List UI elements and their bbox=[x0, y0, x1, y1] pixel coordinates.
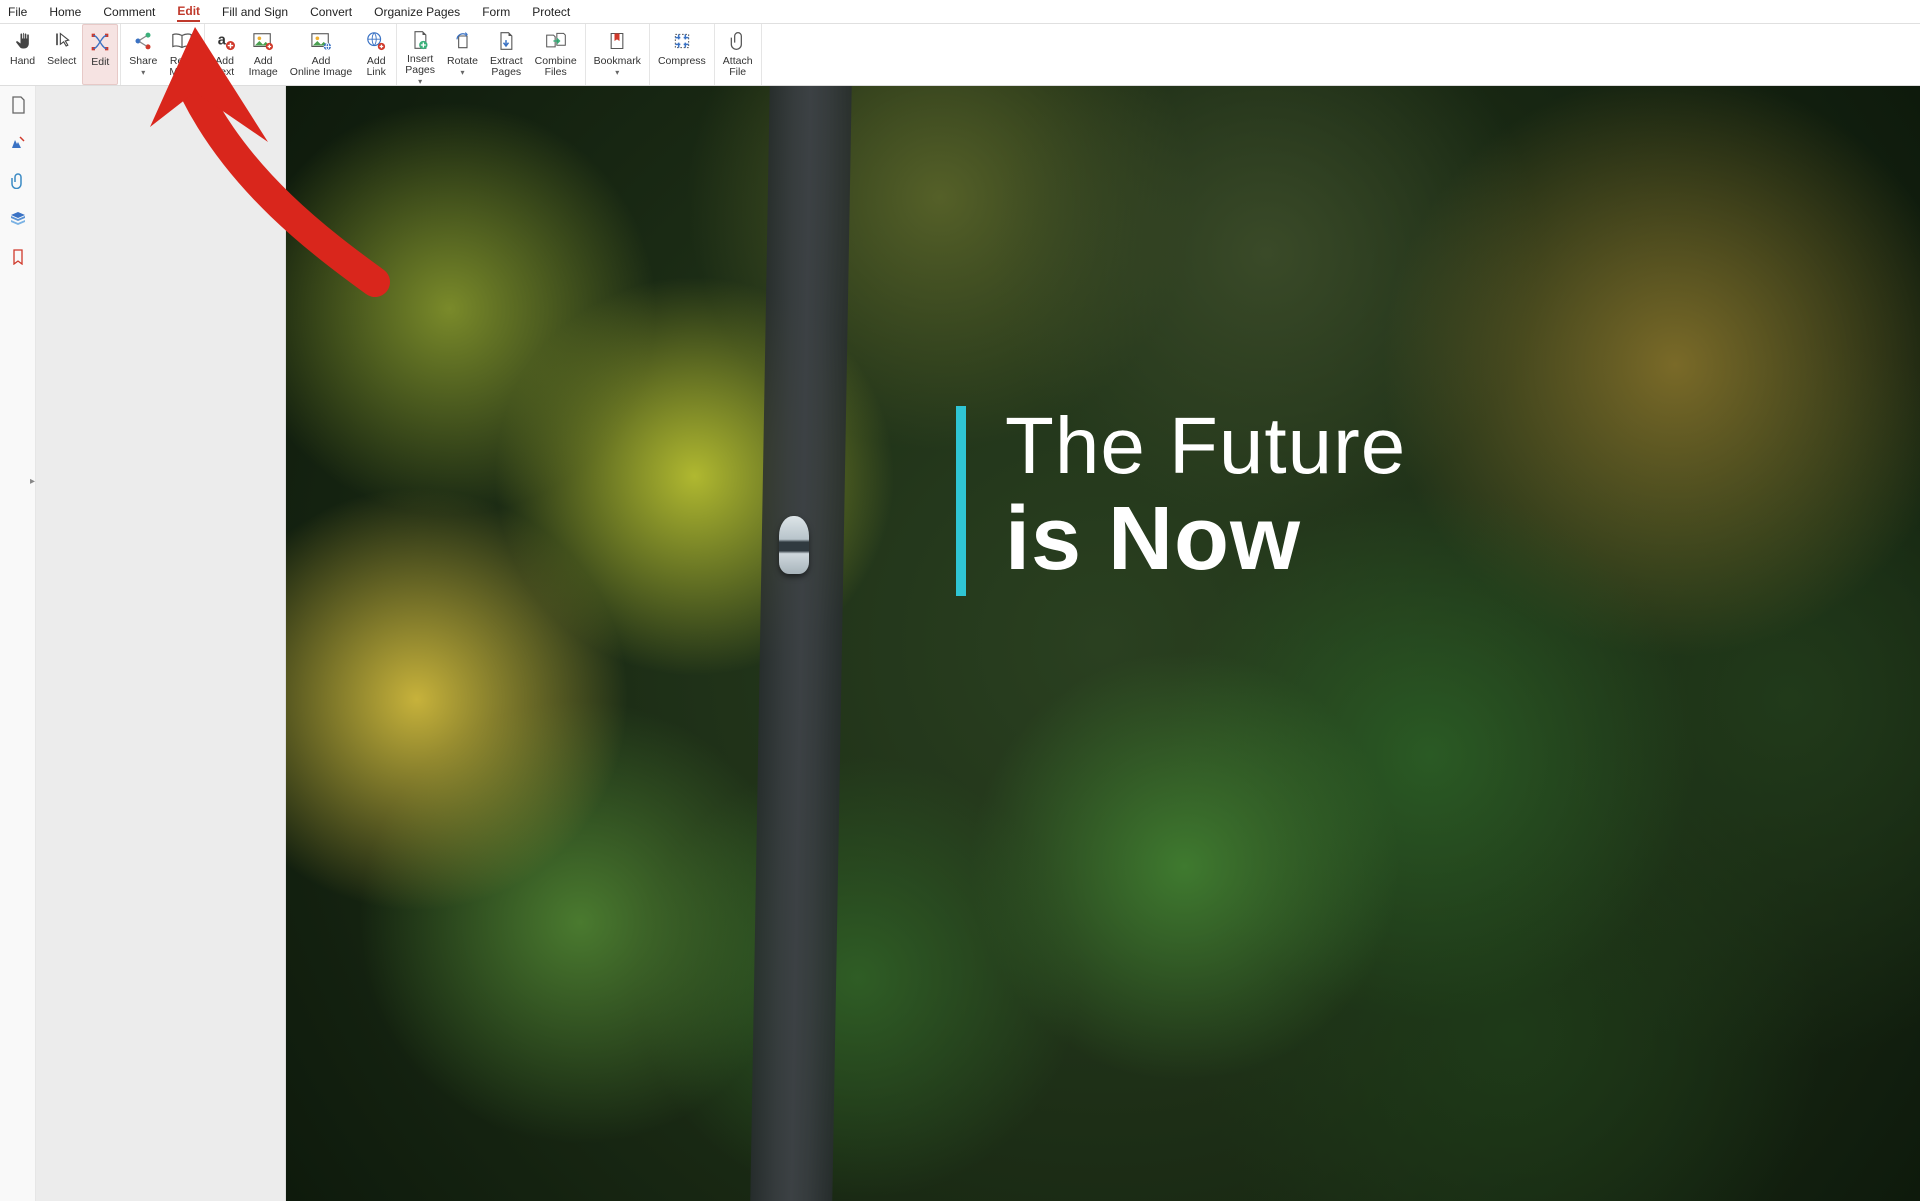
thumbnail-panel bbox=[36, 86, 286, 1201]
menu-organize-pages[interactable]: Organize Pages bbox=[374, 3, 460, 21]
menu-home[interactable]: Home bbox=[49, 3, 81, 21]
add-image-label: Add Image bbox=[249, 56, 278, 78]
link-globe-icon bbox=[365, 30, 387, 52]
attachments-rail-icon[interactable] bbox=[9, 172, 27, 190]
menu-bar: File Home Comment Edit Fill and Sign Con… bbox=[0, 0, 1920, 24]
add-text-icon: a bbox=[214, 30, 236, 52]
cursor-icon bbox=[51, 30, 73, 52]
share-label: Share bbox=[129, 56, 157, 67]
add-link-label: Add Link bbox=[367, 56, 386, 78]
combine-files-label: Combine Files bbox=[535, 56, 577, 78]
rotate-icon bbox=[451, 30, 473, 52]
page-thumbnails-icon[interactable] bbox=[9, 96, 27, 114]
chevron-down-icon: ▾ bbox=[141, 68, 145, 77]
headline-line-2: is Now bbox=[1005, 494, 1406, 584]
edit-label: Edit bbox=[91, 57, 109, 68]
insert-page-icon bbox=[409, 30, 431, 50]
insert-pages-button[interactable]: Insert Pages ▾ bbox=[399, 24, 441, 85]
combine-files-button[interactable]: Combine Files bbox=[529, 24, 583, 85]
annotations-icon[interactable] bbox=[9, 134, 27, 152]
bookmark-icon bbox=[606, 30, 628, 52]
compress-label: Compress bbox=[658, 56, 706, 67]
car-graphic bbox=[779, 516, 809, 574]
compress-icon bbox=[671, 30, 693, 52]
headline-text: The Future is Now bbox=[1005, 406, 1406, 584]
add-online-image-label: Add Online Image bbox=[290, 56, 352, 78]
paperclip-icon bbox=[727, 30, 749, 52]
bookmarks-rail-icon[interactable] bbox=[9, 248, 27, 266]
rotate-button[interactable]: Rotate ▾ bbox=[441, 24, 484, 85]
extract-page-icon bbox=[495, 30, 517, 52]
expand-panel-icon[interactable]: ▸ bbox=[30, 476, 40, 490]
chevron-down-icon: ▾ bbox=[615, 68, 619, 77]
add-text-label: Add Text bbox=[215, 56, 234, 78]
edit-tool-button[interactable]: Edit bbox=[82, 24, 118, 85]
online-image-icon bbox=[310, 30, 332, 52]
select-label: Select bbox=[47, 56, 76, 67]
insert-pages-label: Insert Pages bbox=[405, 54, 435, 76]
compress-button[interactable]: Compress bbox=[652, 24, 712, 85]
bookmark-label: Bookmark bbox=[594, 56, 641, 67]
menu-edit[interactable]: Edit bbox=[177, 2, 200, 22]
menu-fill-and-sign[interactable]: Fill and Sign bbox=[222, 3, 288, 21]
rotate-label: Rotate bbox=[447, 56, 478, 67]
attach-file-label: Attach File bbox=[723, 56, 753, 78]
headline-line-1: The Future bbox=[1005, 406, 1406, 486]
hand-label: Hand bbox=[10, 56, 35, 67]
left-nav-rail: ▸ bbox=[0, 86, 36, 1201]
document-canvas[interactable]: The Future is Now bbox=[286, 86, 1920, 1201]
menu-protect[interactable]: Protect bbox=[532, 3, 570, 21]
menu-form[interactable]: Form bbox=[482, 3, 510, 21]
hand-icon bbox=[12, 30, 34, 52]
read-mode-button[interactable]: Read Mode bbox=[163, 24, 201, 85]
read-mode-label: Read Mode bbox=[169, 56, 195, 78]
chevron-down-icon: ▾ bbox=[460, 68, 464, 77]
add-link-button[interactable]: Add Link bbox=[358, 24, 394, 85]
bookmark-button[interactable]: Bookmark ▾ bbox=[588, 24, 647, 85]
select-tool-button[interactable]: Select bbox=[41, 24, 82, 85]
headline-accent-bar bbox=[956, 406, 966, 596]
menu-file[interactable]: File bbox=[8, 3, 27, 21]
ribbon-toolbar: Hand Select Edit Share ▾ Read M bbox=[0, 24, 1920, 86]
menu-convert[interactable]: Convert bbox=[310, 3, 352, 21]
share-icon bbox=[132, 30, 154, 52]
add-online-image-button[interactable]: Add Online Image bbox=[284, 24, 358, 85]
edit-nodes-icon bbox=[89, 31, 111, 53]
add-text-button[interactable]: a Add Text bbox=[207, 24, 243, 85]
extract-pages-label: Extract Pages bbox=[490, 56, 523, 78]
menu-comment[interactable]: Comment bbox=[103, 3, 155, 21]
share-button[interactable]: Share ▾ bbox=[123, 24, 163, 85]
attach-file-button[interactable]: Attach File bbox=[717, 24, 759, 85]
forest-aerial-image bbox=[286, 86, 1920, 1201]
hand-tool-button[interactable]: Hand bbox=[4, 24, 41, 85]
layers-icon[interactable] bbox=[9, 210, 27, 228]
combine-files-icon bbox=[545, 30, 567, 52]
add-image-button[interactable]: Add Image bbox=[243, 24, 284, 85]
chevron-down-icon: ▾ bbox=[418, 77, 422, 86]
image-icon bbox=[252, 30, 274, 52]
extract-pages-button[interactable]: Extract Pages bbox=[484, 24, 529, 85]
book-open-icon bbox=[171, 30, 193, 52]
svg-text:a: a bbox=[217, 33, 226, 49]
